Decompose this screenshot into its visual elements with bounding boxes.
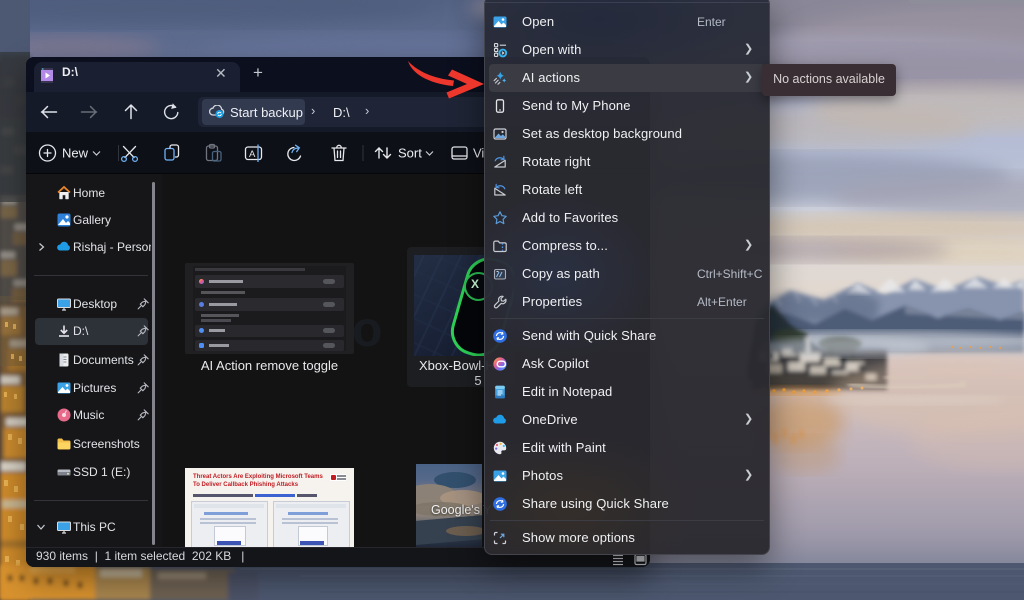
svg-text:Vi: Vi [473,146,484,161]
svg-text:Sort: Sort [398,146,422,161]
svg-text:New: New [62,146,89,161]
svg-text:A: A [249,149,256,160]
